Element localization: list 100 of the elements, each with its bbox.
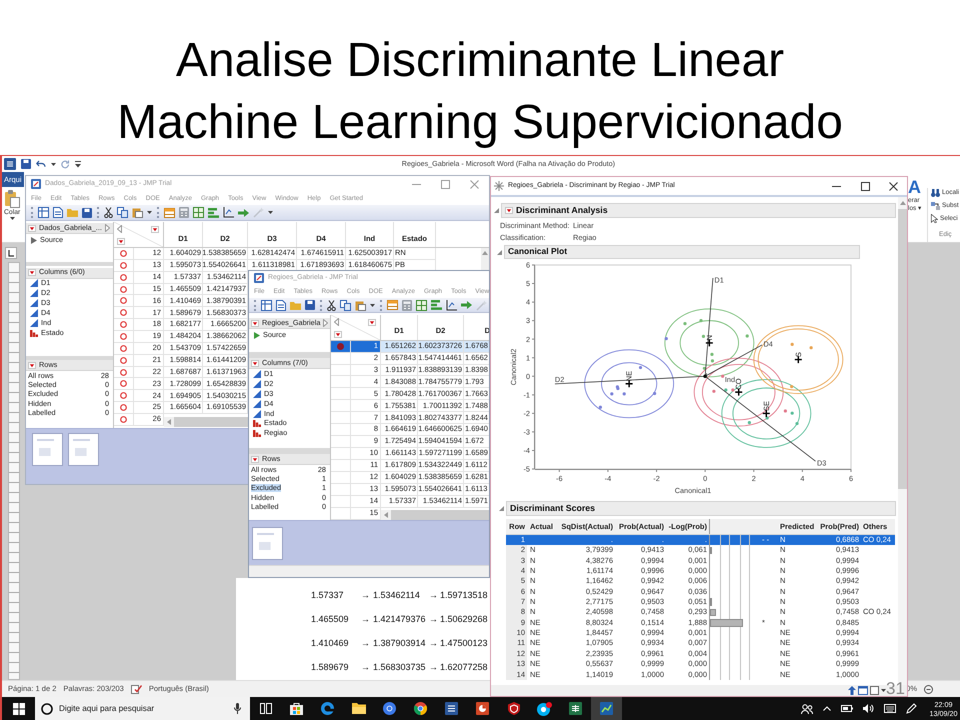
save-icon[interactable] (305, 300, 315, 310)
number-value: 1.57337 (311, 591, 345, 601)
group-mean-marker (624, 380, 634, 388)
battery-icon[interactable] (841, 705, 853, 712)
new-table-icon[interactable] (261, 300, 272, 310)
dropdown-triangle-icon[interactable] (251, 360, 259, 366)
close-icon[interactable] (889, 182, 898, 190)
tab-stop-icon[interactable] (5, 247, 17, 259)
pen-icon[interactable] (906, 703, 917, 714)
arrow-symbol: → (429, 663, 439, 673)
arrow-icon[interactable] (461, 301, 472, 309)
browser-icon (321, 702, 334, 715)
grid-icon[interactable] (193, 207, 204, 218)
maximize-icon[interactable] (860, 182, 870, 190)
clipboard-icon[interactable] (132, 207, 143, 218)
dropdown-triangle-icon[interactable] (505, 207, 513, 214)
window-thumbnail[interactable] (32, 433, 63, 466)
zoom-out-icon[interactable] (924, 684, 933, 694)
caret-icon[interactable] (881, 689, 886, 692)
calculator-icon[interactable] (179, 207, 189, 218)
checkbox-icon[interactable] (870, 686, 879, 695)
scroll-left-arrow-icon (167, 419, 171, 425)
browser-icon (383, 702, 396, 715)
up-arrow-icon[interactable] (848, 686, 856, 695)
scissors-icon[interactable] (327, 300, 336, 310)
caret-icon[interactable] (51, 162, 56, 166)
dropdown-triangle-icon[interactable] (251, 320, 259, 326)
book-check-icon[interactable] (130, 684, 142, 694)
play-icon[interactable] (31, 236, 37, 244)
table-rows-icon[interactable] (387, 300, 398, 310)
number-value: 1.62077258 (440, 663, 488, 673)
disclosure-triangle-icon[interactable] (499, 506, 504, 511)
spreadsheet-app-icon (569, 702, 582, 715)
document-app-icon[interactable] (4, 158, 16, 170)
grid-icon[interactable] (416, 300, 427, 310)
horizontal-scrollbar[interactable] (381, 510, 489, 520)
save-icon[interactable] (21, 159, 31, 169)
undo-icon[interactable] (36, 160, 46, 168)
customize-icon[interactable] (75, 160, 81, 168)
slide-number: 31 (886, 681, 905, 696)
save-icon[interactable] (82, 208, 92, 218)
number-value: 1.387903914 (373, 639, 427, 649)
dropdown-triangle-icon[interactable] (251, 456, 259, 462)
horizontal-scrollbar[interactable] (164, 417, 248, 427)
new-table-icon[interactable] (38, 207, 49, 218)
dropdown-triangle-icon[interactable] (151, 226, 159, 232)
number-value: 1.59713518 (440, 591, 488, 601)
line-chart-icon[interactable] (446, 300, 457, 310)
scroll-up-arrow-icon (900, 201, 906, 205)
bar-chart-icon[interactable] (431, 300, 442, 310)
people-icon[interactable] (801, 704, 813, 714)
app-icon[interactable] (254, 273, 264, 283)
clipboard-icon[interactable] (355, 300, 366, 310)
bar-chart-icon[interactable] (208, 208, 219, 218)
search-field[interactable]: Digite aqui para pesquisar (35, 697, 250, 720)
outline-header[interactable]: Discriminant Analysis (501, 203, 896, 218)
page-icon[interactable] (276, 300, 286, 310)
outline-header[interactable]: Discriminant Scores (506, 501, 896, 516)
shield-icon (508, 702, 520, 715)
folder-icon (352, 703, 366, 714)
dropdown-triangle-icon[interactable] (28, 269, 36, 276)
line-chart-icon[interactable] (223, 207, 234, 218)
window-thumbnail[interactable] (252, 527, 283, 560)
window-icon[interactable] (858, 686, 868, 695)
vertical-scrollbar[interactable] (481, 248, 489, 270)
caret-icon[interactable] (147, 211, 152, 214)
dropdown-triangle-icon[interactable] (334, 330, 342, 338)
dropdown-triangle-icon[interactable] (28, 362, 36, 368)
copy-icon[interactable] (117, 207, 128, 218)
window-thumbnail[interactable] (68, 433, 99, 466)
microphone-icon[interactable] (234, 703, 241, 714)
scissors-icon[interactable] (104, 207, 113, 218)
caret-icon[interactable] (268, 211, 273, 214)
number-value: 1.568303735 (373, 663, 427, 673)
play-icon[interactable] (254, 332, 260, 338)
redo-icon[interactable] (61, 160, 70, 168)
disclosure-triangle-icon[interactable] (494, 208, 499, 213)
chevron-up-icon[interactable] (823, 706, 831, 711)
copy-icon[interactable] (340, 300, 351, 310)
outline-title: Discriminant Scores (510, 504, 596, 514)
binoculars-icon (931, 188, 940, 196)
outline-header[interactable]: Canonical Plot (504, 245, 860, 259)
caret-icon[interactable] (370, 304, 375, 306)
page-icon[interactable] (53, 207, 63, 218)
calculator-icon[interactable] (402, 300, 412, 310)
speaker-icon[interactable] (863, 704, 874, 713)
arrow-symbol: → (361, 591, 371, 601)
dropdown-triangle-icon[interactable] (28, 224, 36, 232)
table-rows-icon[interactable] (164, 208, 175, 218)
app-icon[interactable] (31, 179, 41, 189)
dropdown-triangle-icon[interactable] (117, 238, 125, 245)
number-value: 1.421479376 (373, 615, 427, 625)
arrow-icon[interactable] (238, 208, 249, 216)
number-value: 1.53462114 (373, 591, 421, 601)
taskbar-button[interactable] (591, 697, 622, 720)
windows-logo-icon (12, 702, 24, 714)
disclosure-triangle-icon[interactable] (497, 250, 502, 254)
dropdown-triangle-icon[interactable] (368, 318, 376, 326)
keyboard-icon[interactable] (884, 704, 896, 713)
asterisk-icon[interactable] (494, 181, 504, 191)
